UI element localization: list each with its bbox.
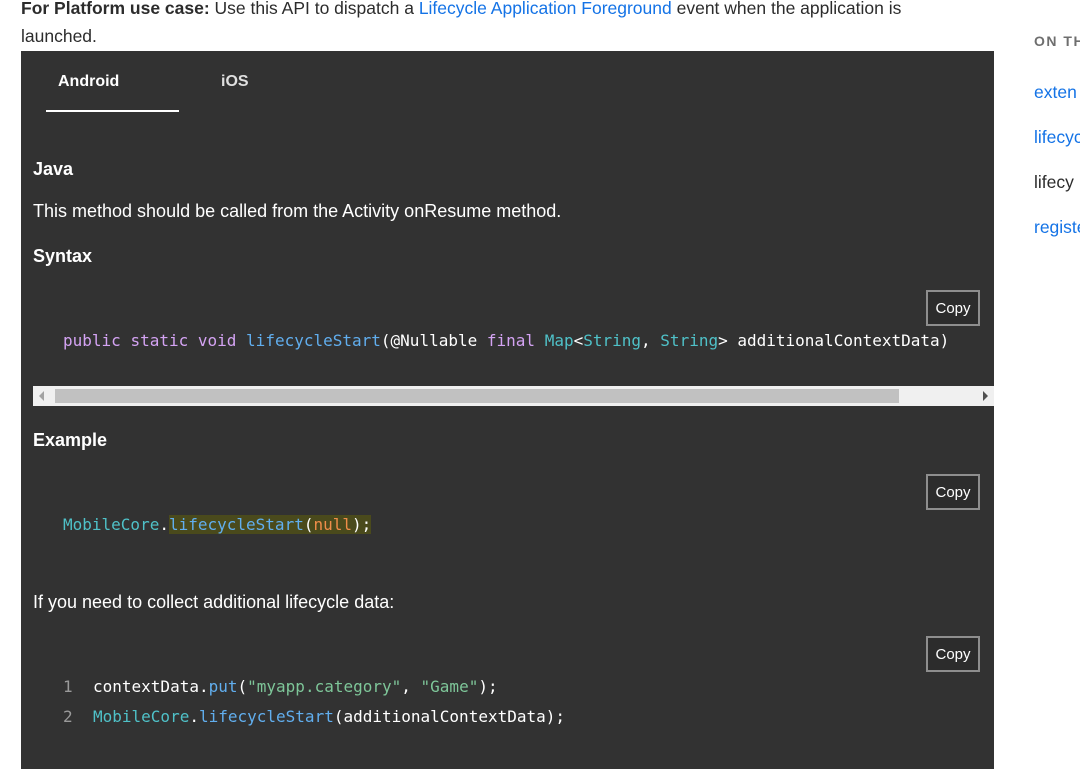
code-token: contextData.: [93, 677, 209, 696]
toc-link-register[interactable]: registe: [1034, 217, 1080, 238]
toc-heading: ON TH: [1034, 33, 1080, 49]
code-token: );: [352, 515, 372, 534]
copy-example-button[interactable]: Copy: [926, 474, 980, 510]
code-token: String: [583, 331, 642, 350]
code-token: (: [237, 677, 248, 696]
tab-android[interactable]: Android: [58, 73, 119, 91]
code-token: );: [478, 677, 498, 696]
copy-additional-button[interactable]: Copy: [926, 636, 980, 672]
code-token: lifecycleStart: [246, 331, 381, 350]
code-token: <: [573, 331, 584, 350]
code-token: lifecycleStart: [168, 515, 304, 534]
code-token: String: [660, 331, 719, 350]
intro-text-1: Use this API to dispatch a: [209, 0, 419, 18]
code-token: (additionalContextData);: [333, 707, 566, 726]
code-token: ,: [401, 677, 421, 696]
code-token: lifecycleStart: [198, 707, 334, 726]
code-token: MobileCore: [93, 707, 190, 726]
code-token: .: [159, 515, 169, 534]
example-code: MobileCore.lifecycleStart(null);: [63, 515, 372, 534]
scroll-left-arrow-icon[interactable]: [39, 391, 44, 401]
code-token: final: [486, 331, 536, 350]
tab-ios[interactable]: iOS: [221, 73, 249, 91]
highlighted-code: lifecycleStart(null);: [168, 515, 372, 534]
additional-data-text: If you need to collect additional lifecy…: [33, 592, 395, 612]
toc-link-lifecyclestart[interactable]: lifecy: [1034, 172, 1074, 193]
code-token: "myapp.category": [247, 677, 402, 696]
scroll-thumb[interactable]: [55, 389, 899, 403]
line-number: 2: [63, 707, 73, 726]
java-heading: Java: [33, 159, 74, 179]
syntax-heading: Syntax: [33, 246, 93, 266]
code-token: void: [197, 331, 237, 350]
code-token: put: [208, 677, 238, 696]
code-token: "Game": [420, 677, 479, 696]
code-token: MobileCore: [63, 515, 160, 534]
scroll-right-arrow-icon[interactable]: [983, 391, 988, 401]
method-description: This method should be called from the Ac…: [33, 201, 562, 221]
additional-code-line-2: 2 MobileCore.lifecycleStart(additionalCon…: [63, 707, 565, 726]
toc-link-extensions[interactable]: exten: [1034, 82, 1077, 103]
code-horizontal-scrollbar[interactable]: [33, 386, 994, 406]
active-tab-indicator: [46, 110, 179, 112]
code-token: (@Nullable: [380, 331, 487, 350]
line-number: 1: [63, 677, 73, 696]
toc-link-lifecycle[interactable]: lifecyc: [1034, 127, 1080, 148]
code-token: null: [313, 515, 352, 534]
intro-paragraph: For Platform use case: Use this API to d…: [21, 0, 981, 50]
code-token: public: [63, 331, 121, 350]
syntax-code: public static void lifecycleStart(@Nulla…: [63, 331, 949, 350]
code-tabs-panel: Android iOS Java This method should be c…: [21, 51, 994, 769]
lifecycle-foreground-link[interactable]: Lifecycle Application Foreground: [419, 0, 672, 18]
code-token: Map: [544, 331, 574, 350]
example-heading: Example: [33, 430, 108, 450]
copy-syntax-button[interactable]: Copy: [926, 290, 980, 326]
code-token: static: [130, 331, 189, 350]
code-token: .: [189, 707, 199, 726]
code-token: ,: [641, 331, 661, 350]
code-token: > additionalContextData): [718, 331, 950, 350]
intro-bold: For Platform use case:: [21, 0, 210, 18]
additional-code-line-1: 1 contextData.put("myapp.category", "Game…: [63, 677, 498, 696]
